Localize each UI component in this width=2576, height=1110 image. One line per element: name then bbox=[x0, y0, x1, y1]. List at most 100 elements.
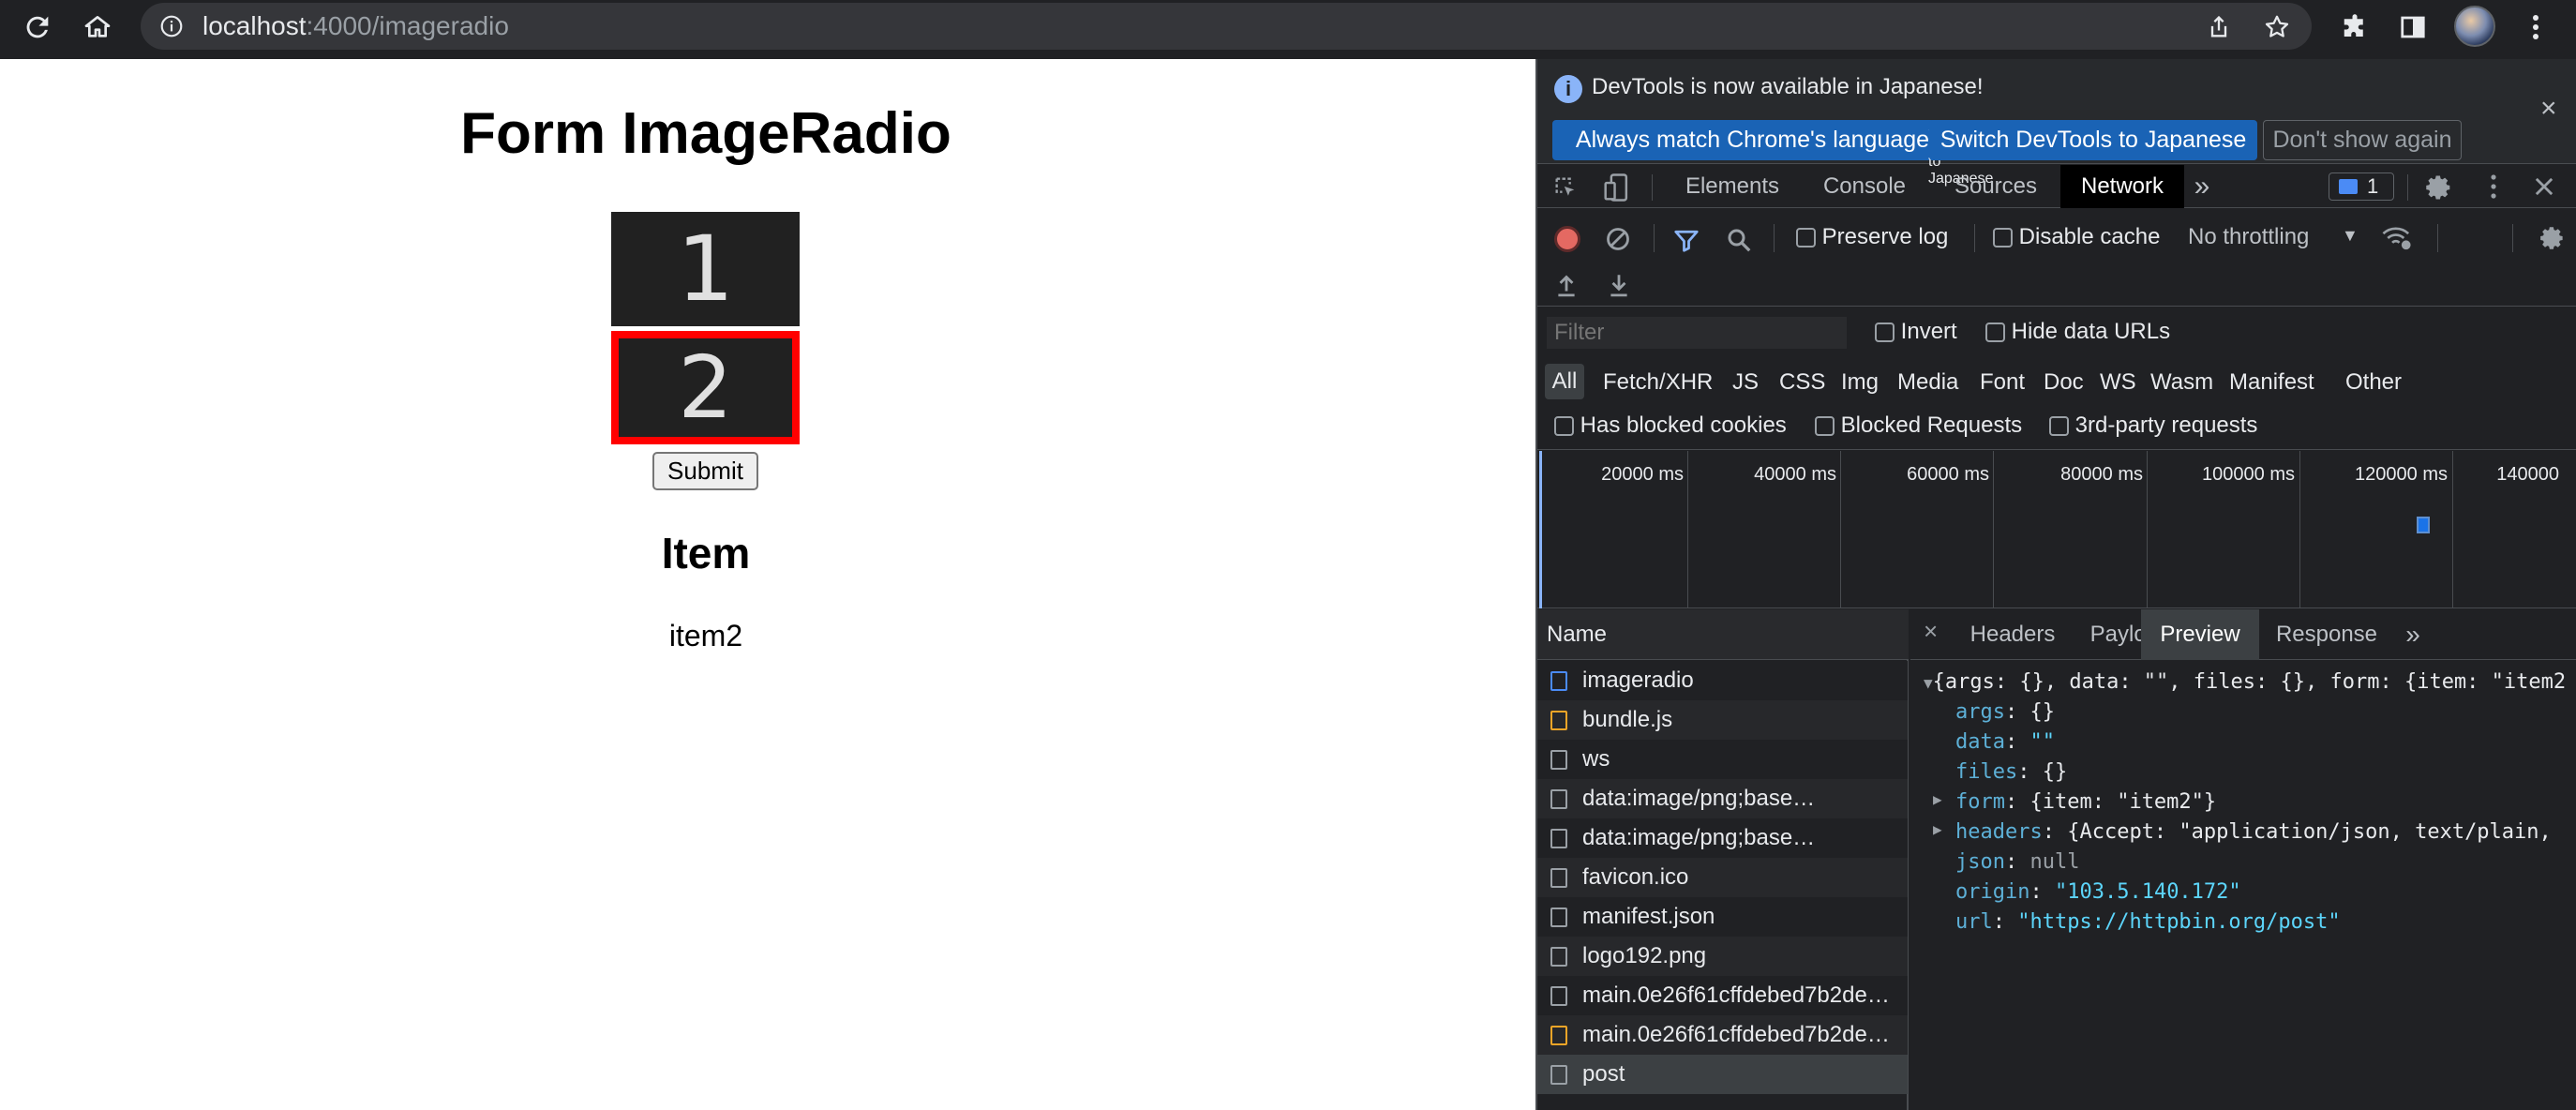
expand-triangle-icon: ▼ bbox=[1924, 674, 1933, 692]
disable-cache-checkbox[interactable]: Disable cache bbox=[1993, 224, 2160, 250]
profile-avatar[interactable] bbox=[2454, 6, 2495, 47]
close-devtools-icon[interactable] bbox=[2531, 173, 2557, 200]
reload-icon[interactable] bbox=[19, 8, 56, 46]
tab-console[interactable]: Console bbox=[1809, 165, 1920, 208]
timeline-overview[interactable]: 20000 ms 40000 ms 60000 ms 80000 ms 1000… bbox=[1537, 451, 2576, 608]
import-har-icon[interactable] bbox=[1554, 271, 1579, 297]
network-settings-icon[interactable] bbox=[2539, 224, 2569, 254]
preserve-log-checkbox[interactable]: Preserve log bbox=[1796, 224, 1948, 250]
inspect-element-icon[interactable] bbox=[1552, 174, 1579, 201]
property-value: "103.5.140.172" bbox=[2054, 880, 2241, 904]
more-tabs-icon[interactable]: » bbox=[2188, 165, 2216, 208]
type-filter-font[interactable]: Font bbox=[1980, 369, 2025, 396]
item-heading: Item bbox=[661, 529, 751, 578]
clear-icon[interactable] bbox=[1605, 226, 1631, 252]
type-filter-css[interactable]: CSS bbox=[1779, 369, 1825, 396]
devtools-tabstrip: Elements Console Sources Network » 1 bbox=[1537, 165, 2576, 208]
share-icon[interactable] bbox=[2203, 11, 2235, 43]
extensions-icon[interactable] bbox=[2336, 8, 2374, 46]
home-icon[interactable] bbox=[79, 8, 116, 46]
property-value: "https://httpbin.org/post" bbox=[2017, 910, 2341, 934]
submit-button[interactable]: Submit bbox=[652, 452, 758, 490]
type-filter-other[interactable]: Other bbox=[2345, 369, 2402, 396]
record-icon[interactable] bbox=[1554, 226, 1580, 252]
bookmark-star-icon[interactable] bbox=[2261, 11, 2293, 43]
type-filter-ws[interactable]: WS bbox=[2100, 369, 2136, 396]
devtools-menu-icon[interactable] bbox=[2490, 172, 2501, 202]
settings-gear-icon[interactable] bbox=[2424, 172, 2454, 202]
tab-headers[interactable]: Headers bbox=[1957, 613, 2068, 656]
dont-show-again-button[interactable]: Don't show again bbox=[2263, 120, 2462, 160]
filter-input[interactable] bbox=[1547, 317, 1847, 349]
close-detail-icon[interactable]: × bbox=[1924, 617, 1938, 646]
invert-checkbox[interactable]: Invert bbox=[1875, 319, 1957, 345]
type-filter-wasm[interactable]: Wasm bbox=[2150, 369, 2213, 396]
site-info-icon[interactable] bbox=[157, 12, 186, 40]
type-filter-doc[interactable]: Doc bbox=[2044, 369, 2084, 396]
third-party-requests-checkbox[interactable]: 3rd-party requests bbox=[2049, 412, 2257, 439]
name-column-header[interactable]: Name bbox=[1537, 609, 1909, 660]
export-har-icon[interactable] bbox=[1607, 271, 1631, 297]
tab-sources[interactable]: Sources bbox=[1940, 165, 2051, 208]
request-row[interactable]: main.0e26f61cffdebed7b2de… bbox=[1537, 976, 1908, 1015]
request-row[interactable]: manifest.json bbox=[1537, 897, 1908, 937]
type-filter-media[interactable]: Media bbox=[1897, 369, 1958, 396]
type-filter-js[interactable]: JS bbox=[1732, 369, 1759, 396]
preview-root[interactable]: ▼{args: {}, data: "", files: {}, form: {… bbox=[1924, 670, 2566, 694]
property-value: "" bbox=[2029, 730, 2055, 754]
expand-triangle-icon: ▶ bbox=[1933, 820, 1942, 838]
side-panel-icon[interactable] bbox=[2394, 8, 2432, 46]
request-row[interactable]: imageradio bbox=[1537, 661, 1908, 700]
request-row[interactable]: main.0e26f61cffdebed7b2de… bbox=[1537, 1015, 1908, 1055]
expand-triangle-icon: ▶ bbox=[1933, 790, 1942, 808]
browser-toolbar: localhost:4000/imageradio bbox=[0, 0, 2576, 59]
request-name: data:image/png;base… bbox=[1582, 825, 1816, 850]
request-row[interactable]: bundle.js bbox=[1537, 700, 1908, 740]
property-value: null bbox=[2029, 850, 2080, 874]
device-toolbar-icon[interactable] bbox=[1603, 172, 1631, 202]
checkbox-icon bbox=[1993, 228, 2013, 248]
type-filter-all[interactable]: All bbox=[1545, 364, 1584, 399]
filter-icon[interactable] bbox=[1672, 226, 1700, 254]
request-row[interactable]: post bbox=[1537, 1055, 1908, 1094]
address-bar[interactable]: localhost:4000/imageradio bbox=[141, 3, 2312, 50]
file-icon bbox=[1550, 750, 1567, 770]
request-name: logo192.png bbox=[1582, 943, 1707, 968]
blocked-requests-checkbox[interactable]: Blocked Requests bbox=[1815, 412, 2022, 439]
banner-close-icon[interactable]: × bbox=[2540, 93, 2557, 125]
request-name: post bbox=[1582, 1061, 1625, 1087]
tab-response[interactable]: Response bbox=[2263, 613, 2390, 656]
tab-elements[interactable]: Elements bbox=[1676, 165, 1789, 208]
request-row[interactable]: data:image/png;base… bbox=[1537, 818, 1908, 858]
radio-image-option-2-selected[interactable]: 2 bbox=[611, 331, 800, 444]
property-value: {} bbox=[2029, 700, 2055, 724]
request-row[interactable]: favicon.ico bbox=[1537, 858, 1908, 897]
request-row[interactable]: ws bbox=[1537, 740, 1908, 779]
has-blocked-cookies-checkbox[interactable]: Has blocked cookies bbox=[1554, 412, 1787, 439]
more-menu-icon[interactable] bbox=[2522, 8, 2550, 46]
radio-image-option-1[interactable]: 1 bbox=[611, 212, 800, 326]
page-title: Form ImageRadio bbox=[460, 101, 951, 166]
property-key: url bbox=[1955, 910, 1993, 934]
request-row[interactable]: data:image/png;base… bbox=[1537, 779, 1908, 818]
property-key: form bbox=[1955, 790, 2005, 814]
type-filter-img[interactable]: Img bbox=[1841, 369, 1879, 396]
type-filter-fetch-xhr[interactable]: Fetch/XHR bbox=[1603, 369, 1713, 396]
throttling-select[interactable]: No throttling ▼ bbox=[2188, 224, 2359, 250]
tab-network[interactable]: Network bbox=[2060, 165, 2184, 208]
timeline-tick: 100000 ms bbox=[2202, 464, 2295, 485]
url-text[interactable]: localhost:4000/imageradio bbox=[202, 11, 509, 41]
property-key: headers bbox=[1955, 820, 2043, 844]
network-conditions-icon[interactable] bbox=[2381, 224, 2413, 252]
more-detail-tabs-icon[interactable]: » bbox=[2400, 613, 2426, 656]
issues-counter[interactable]: 1 bbox=[2329, 172, 2394, 201]
hide-data-urls-checkbox[interactable]: Hide data URLs bbox=[1985, 319, 2170, 345]
item-result: item2 bbox=[668, 619, 743, 652]
request-row[interactable]: logo192.png bbox=[1537, 937, 1908, 976]
request-name: manifest.json bbox=[1582, 904, 1715, 929]
switch-devtools-button[interactable]: Switch DevTools to Japanese bbox=[1929, 120, 2257, 160]
checkbox-icon bbox=[1875, 322, 1895, 343]
type-filter-manifest[interactable]: Manifest bbox=[2229, 369, 2314, 396]
always-match-language-button[interactable]: Always match Chrome's language bbox=[1552, 120, 1953, 160]
search-icon[interactable] bbox=[1725, 226, 1753, 254]
